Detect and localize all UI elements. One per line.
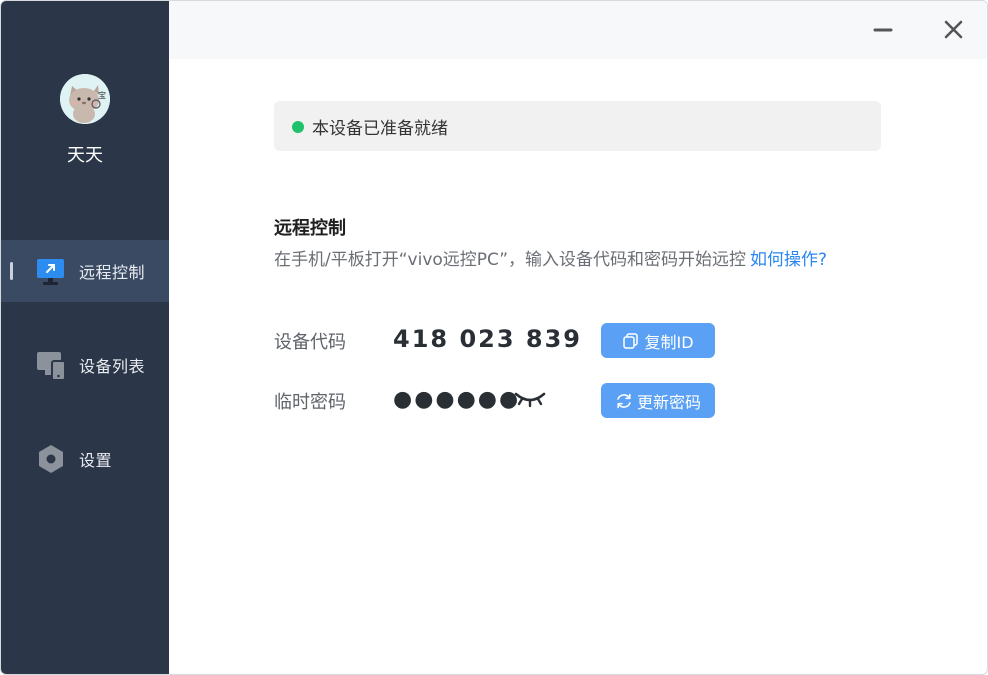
status-dot-icon <box>292 121 304 133</box>
svg-text:宝: 宝 <box>98 90 106 100</box>
eye-closed-icon <box>514 392 546 408</box>
app-window: 宝 天天 远程控制 设备列表 设置 本设备已准备就绪 远程控制 在手机/平板打开… <box>0 0 988 675</box>
description-text: 在手机/平板打开“vivo远控PC”，输入设备代码和密码开始远控 <box>274 250 747 270</box>
device-code-label: 设备代码 <box>274 332 346 353</box>
copy-icon <box>623 332 639 349</box>
refresh-password-button[interactable]: 更新密码 <box>601 383 715 418</box>
copy-id-label: 复制ID <box>644 332 694 352</box>
help-link[interactable]: 如何操作? <box>750 250 827 270</box>
settings-hex-icon <box>39 445 63 473</box>
close-icon <box>944 20 963 39</box>
temp-password-label: 临时密码 <box>274 392 346 413</box>
active-indicator <box>10 262 13 280</box>
status-text: 本设备已准备就绪 <box>312 118 448 139</box>
remote-control-icon <box>37 259 64 285</box>
sidebar-item-remote-control[interactable]: 远程控制 <box>1 240 169 302</box>
sidebar-item-devices[interactable]: 设备列表 <box>1 334 169 396</box>
device-status-banner: 本设备已准备就绪 <box>274 101 881 151</box>
copy-id-button[interactable]: 复制ID <box>601 323 715 358</box>
section-description: 在手机/平板打开“vivo远控PC”，输入设备代码和密码开始远控 如何操作? <box>274 245 827 270</box>
sidebar-item-settings[interactable]: 设置 <box>1 428 169 490</box>
device-code-value: 418 023 839 <box>393 325 583 353</box>
username: 天天 <box>67 145 103 166</box>
cat-avatar-icon: 宝 <box>60 74 110 124</box>
minimize-button[interactable] <box>869 15 899 45</box>
sidebar-item-label: 设置 <box>79 451 113 470</box>
sidebar-item-label: 设备列表 <box>79 357 146 376</box>
temp-password-mask: ●●●●●● <box>393 387 521 412</box>
minimize-icon <box>873 28 893 32</box>
devices-icon <box>37 352 66 381</box>
show-password-toggle[interactable] <box>513 388 547 410</box>
refresh-password-label: 更新密码 <box>636 392 701 412</box>
title-bar <box>169 1 987 59</box>
section-title: 远程控制 <box>274 218 346 239</box>
sidebar-item-label: 远程控制 <box>79 263 146 282</box>
avatar[interactable]: 宝 <box>60 74 110 124</box>
sidebar: 宝 天天 远程控制 设备列表 设置 <box>1 1 169 674</box>
close-button[interactable] <box>939 15 969 45</box>
refresh-icon <box>617 393 631 408</box>
